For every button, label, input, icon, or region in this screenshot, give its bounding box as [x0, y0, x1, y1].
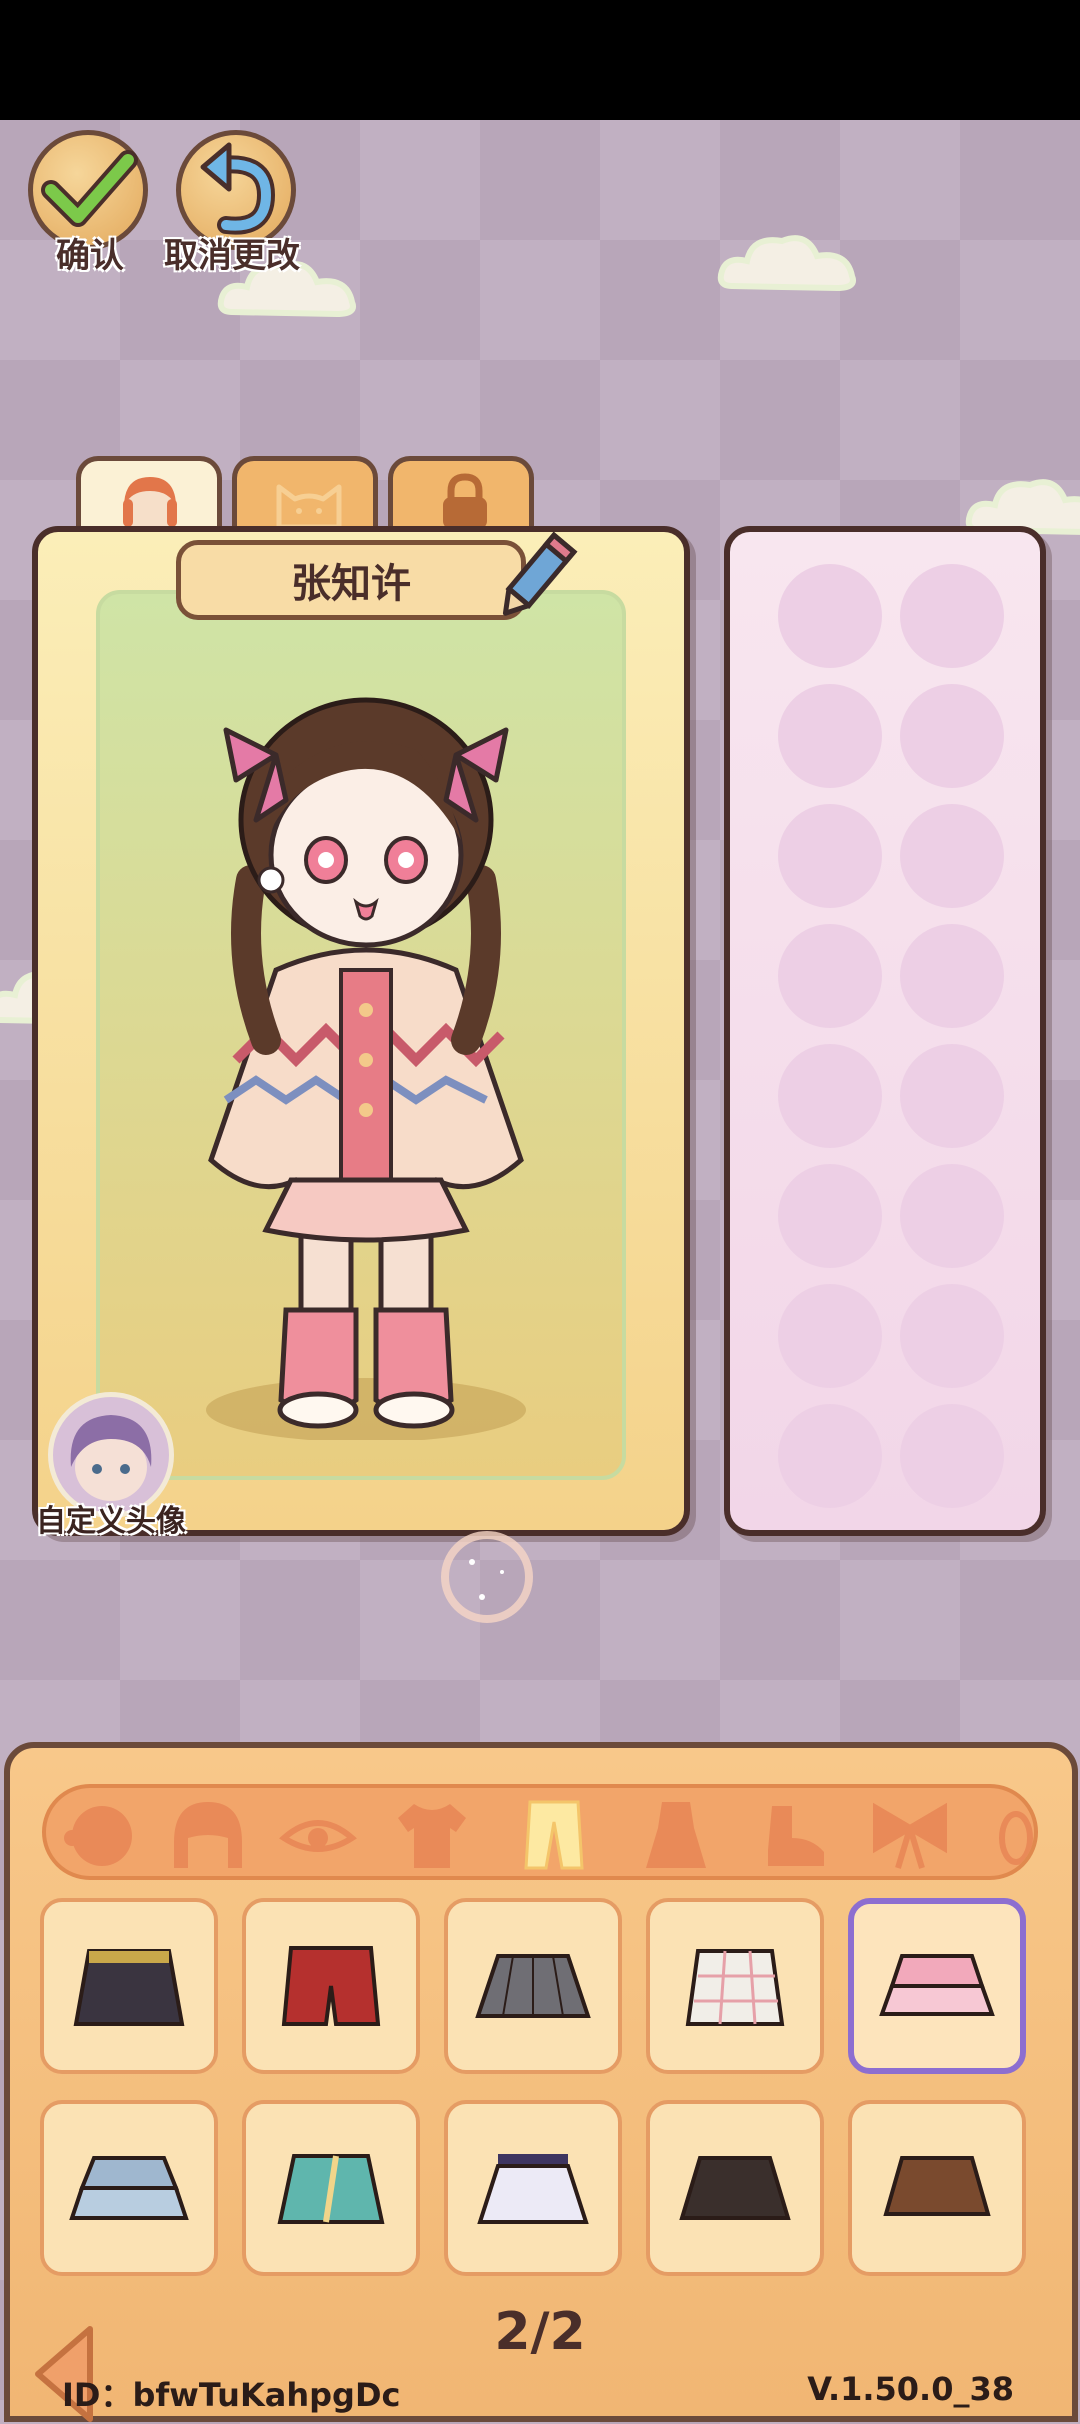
- empty-slot[interactable]: [900, 1404, 1004, 1508]
- cloud-decoration: [717, 235, 856, 292]
- empty-slot[interactable]: [778, 804, 882, 908]
- sparkle-effect: [441, 1531, 533, 1623]
- item-teal-wrap-skirt[interactable]: [242, 2100, 420, 2276]
- face-shape-icon[interactable]: [60, 1798, 144, 1870]
- item-red-shorts[interactable]: [242, 1898, 420, 2074]
- item-white-plaid-skirt[interactable]: [646, 1898, 824, 2074]
- skirt-icon: [277, 2154, 385, 2224]
- empty-slot[interactable]: [900, 684, 1004, 788]
- character-name[interactable]: 张知许: [176, 540, 526, 620]
- accessory-slots-panel: [724, 526, 1046, 1536]
- empty-slot[interactable]: [900, 1284, 1004, 1388]
- custom-avatar-label: 自定义头像: [36, 1504, 186, 1539]
- empty-slot[interactable]: [778, 924, 882, 1028]
- character-figure: [206, 697, 526, 1440]
- item-brown-pleated-skirt[interactable]: [848, 2100, 1026, 2276]
- empty-slot[interactable]: [778, 564, 882, 668]
- empty-slot[interactable]: [900, 1044, 1004, 1148]
- item-black-belted-skirt[interactable]: [40, 1898, 218, 2074]
- shoes-icon[interactable]: [752, 1798, 836, 1870]
- skirt-icon: [883, 2156, 991, 2216]
- skirt-icon: [475, 1954, 591, 2018]
- empty-slot[interactable]: [900, 564, 1004, 668]
- empty-slot[interactable]: [900, 924, 1004, 1028]
- category-bar: [42, 1784, 1038, 1880]
- empty-slot[interactable]: [900, 1164, 1004, 1268]
- player-id: ID：bfwTuKahpgDc: [62, 2376, 401, 2414]
- skirt-icon: [685, 1949, 785, 2026]
- skirt-icon: [73, 1949, 185, 2026]
- bottom-icon[interactable]: [512, 1798, 596, 1870]
- empty-slot[interactable]: [778, 684, 882, 788]
- eye-icon[interactable]: [276, 1798, 360, 1870]
- top-icon[interactable]: [390, 1798, 474, 1870]
- pencil-edit-icon[interactable]: [490, 528, 580, 628]
- empty-slot[interactable]: [778, 1164, 882, 1268]
- page-indicator: 2/2: [494, 2302, 586, 2362]
- item-black-pleated-skirt[interactable]: [646, 2100, 824, 2276]
- empty-slot[interactable]: [778, 1404, 882, 1508]
- confirm-label: 确认: [56, 236, 124, 276]
- skirt-icon: [69, 2156, 189, 2220]
- undo-changes-label: 取消更改: [164, 236, 300, 276]
- dress-icon[interactable]: [634, 1798, 718, 1870]
- item-white-pleated-skirt[interactable]: [444, 2100, 622, 2276]
- empty-slot[interactable]: [900, 804, 1004, 908]
- accessory-icon[interactable]: [986, 1798, 1038, 1870]
- skirt-icon: [679, 2156, 791, 2220]
- status-bar: [0, 0, 1080, 120]
- skirt-icon: [477, 2154, 589, 2224]
- empty-slot[interactable]: [778, 1284, 882, 1388]
- item-pink-ruffle-skirt[interactable]: [848, 1898, 1026, 2074]
- version-label: V.1.50.0_38: [807, 2370, 1014, 2408]
- empty-slot[interactable]: [778, 1044, 882, 1148]
- item-grey-pleated-skirt[interactable]: [444, 1898, 622, 2074]
- item-blue-ruffle-skirt[interactable]: [40, 2100, 218, 2276]
- skirt-icon: [879, 1954, 995, 2016]
- hair-icon[interactable]: [166, 1798, 250, 1870]
- shorts-icon: [281, 1946, 381, 2026]
- bow-icon[interactable]: [868, 1798, 952, 1870]
